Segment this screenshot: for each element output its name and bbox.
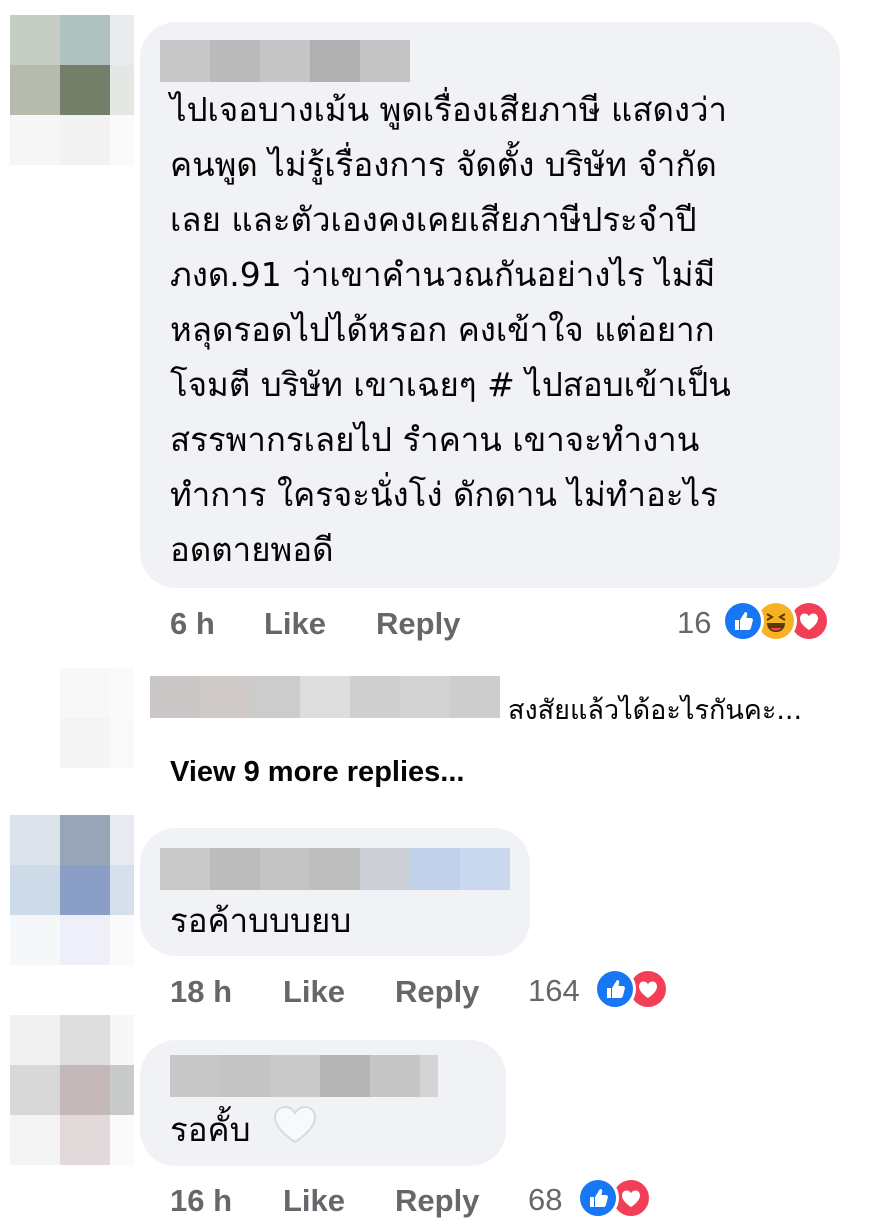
- reaction-count[interactable]: 164: [528, 973, 580, 1009]
- reaction-icons[interactable]: [577, 1177, 652, 1219]
- comment-author-name[interactable]: [170, 1055, 438, 1097]
- reply-avatar[interactable]: [60, 668, 134, 768]
- reply-button[interactable]: Reply: [376, 606, 460, 642]
- comment-line: สรรพากรเลยไป รำคาน เขาจะทำงาน: [170, 420, 700, 459]
- like-button[interactable]: Like: [283, 1183, 345, 1219]
- like-button[interactable]: Like: [283, 974, 345, 1010]
- like-icon: [594, 968, 636, 1010]
- avatar[interactable]: [10, 15, 134, 165]
- like-icon: [577, 1177, 619, 1219]
- comment-line: ทำการ ใครจะนั่งโง่ ดักดาน ไม่ทำอะไร: [170, 475, 718, 514]
- view-more-replies-link[interactable]: View 9 more replies...: [170, 756, 464, 789]
- comment-line: คนพูด ไม่รู้เรื่องการ จัดตั้ง บริษัท จำก…: [170, 145, 717, 184]
- comment-line: โจมตี บริษัท เขาเฉยๆ # ไปสอบเข้าเป็น: [170, 365, 731, 404]
- comment-author-name[interactable]: [160, 40, 410, 82]
- like-icon: [722, 600, 764, 642]
- comment-line: หลุดรอดไปได้หรอก คงเข้าใจ แต่อยาก: [170, 310, 715, 349]
- comment-line: อดตายพอดี: [170, 530, 334, 569]
- avatar[interactable]: [10, 815, 134, 965]
- reply-author-name[interactable]: [150, 676, 500, 718]
- reaction-icons[interactable]: [594, 968, 669, 1010]
- comment-text-content: รอคั้บ: [170, 1110, 251, 1149]
- avatar[interactable]: [10, 1015, 134, 1165]
- comment-line: ไปเจอบางเม้น พูดเรื่องเสียภาษี แสดงว่า: [170, 90, 728, 129]
- reaction-count[interactable]: 68: [528, 1182, 562, 1218]
- reply-button[interactable]: Reply: [395, 974, 479, 1010]
- white-heart-icon: [271, 1103, 319, 1161]
- comment-timestamp[interactable]: 6 h: [170, 606, 215, 642]
- comment-author-name[interactable]: [160, 848, 510, 890]
- comment-timestamp[interactable]: 18 h: [170, 974, 232, 1010]
- comment-text: รอค้าบบบยบ: [170, 901, 352, 940]
- comment-timestamp[interactable]: 16 h: [170, 1183, 232, 1219]
- comment-line: ภงด.91 ว่าเขาคำนวณกันอย่างไร ไม่มี: [170, 255, 716, 294]
- reply-preview-text[interactable]: สงสัยแล้วได้อะไรกันคะ...: [508, 688, 802, 731]
- comment-line: เลย และตัวเองคงเคยเสียภาษีประจำปี: [170, 200, 697, 239]
- reply-button[interactable]: Reply: [395, 1183, 479, 1219]
- reaction-count[interactable]: 16: [677, 605, 711, 641]
- like-button[interactable]: Like: [264, 606, 326, 642]
- comment-text: รอคั้บ: [170, 1102, 319, 1161]
- reaction-icons[interactable]: [722, 600, 830, 642]
